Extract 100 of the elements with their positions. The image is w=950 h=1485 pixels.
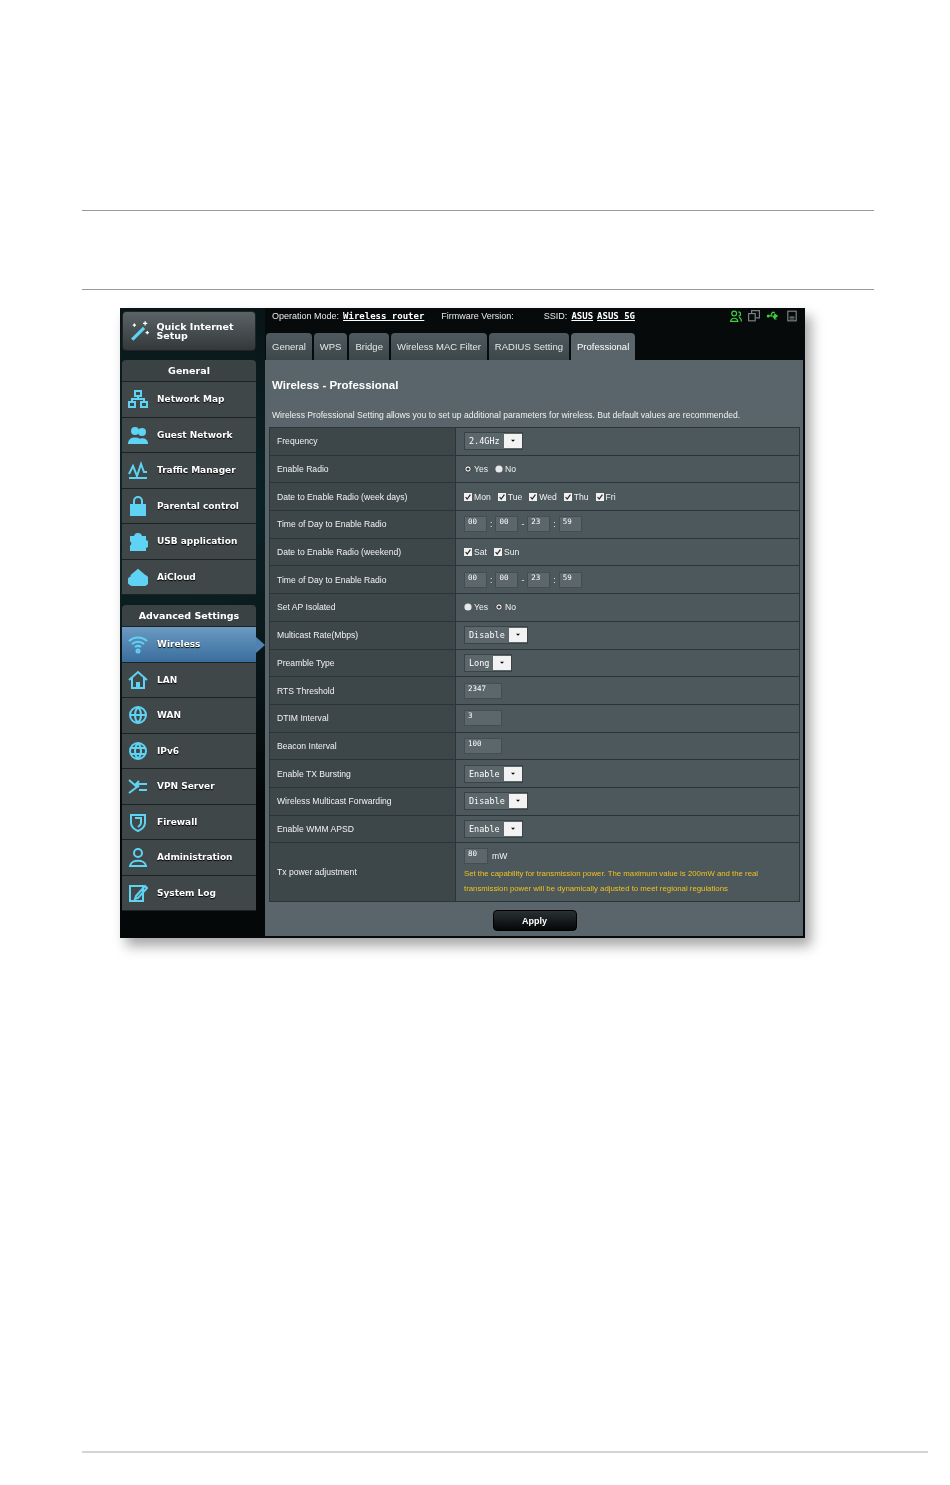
option-label: No [505, 464, 517, 475]
ssid-label: SSID: [543, 311, 568, 321]
time-separator: - [521, 519, 525, 530]
dropdown[interactable]: 2.4GHz [464, 432, 523, 451]
nav-item[interactable]: Network Map [122, 382, 256, 418]
puzzle-icon [128, 531, 148, 552]
tab[interactable]: General [266, 333, 312, 360]
option-label: Sun [503, 547, 520, 558]
ssid-link[interactable]: ASUS_5G [597, 311, 635, 321]
caret-icon [514, 633, 521, 638]
setting-label: DTIM Interval [270, 704, 455, 732]
option-label: No [505, 602, 517, 613]
nav-item[interactable]: IPv6 [122, 733, 256, 769]
checkbox[interactable] [595, 492, 604, 501]
option-label: Mon [474, 491, 491, 502]
apply-button[interactable]: Apply [492, 910, 577, 932]
globe-icon [128, 705, 148, 726]
time-separator: : [553, 574, 556, 585]
dropdown[interactable]: Enable [464, 764, 523, 783]
nav-item[interactable]: Parental control [122, 488, 256, 524]
page-description: Wireless Professional Setting allows you to set up additional parameters for wireless. But default values are recommended. [272, 410, 742, 420]
devices-icon [748, 310, 760, 322]
caret-icon [509, 771, 516, 776]
dropdown[interactable]: Disable [464, 626, 528, 645]
nav-item[interactable]: Guest Network [122, 417, 256, 453]
setting-label: Frequency [270, 428, 455, 455]
setting-label: Enable WMM APSD [270, 815, 455, 843]
caret-icon [514, 799, 521, 804]
globe-icon [128, 740, 148, 761]
network-icon [128, 389, 148, 410]
setting-label: Wireless Multicast Forwarding [270, 787, 455, 815]
dropdown[interactable]: Long [464, 653, 513, 672]
ssid-link[interactable]: ASUS [571, 311, 594, 321]
home-icon [128, 669, 148, 690]
tab[interactable]: WPS [313, 333, 348, 360]
nav-item[interactable]: AiCloud [122, 559, 256, 595]
edit-icon [128, 882, 148, 903]
nav-item[interactable]: System Log [122, 875, 256, 911]
setting-label: Enable TX Bursting [270, 760, 455, 787]
caret-icon [509, 439, 516, 444]
nav-item[interactable]: USB application [122, 524, 256, 560]
users-icon [128, 424, 148, 445]
radio-button[interactable] [464, 603, 472, 612]
nav-item[interactable]: WAN [122, 698, 256, 734]
firmware-label: Firmware Version: [441, 311, 514, 321]
setting-label: RTS Threshold [270, 677, 455, 704]
nav-item[interactable]: Firewall [122, 804, 256, 840]
setting-label: Date to Enable Radio (weekend) [270, 538, 455, 566]
caret-icon [509, 826, 516, 831]
chart-icon [128, 460, 148, 481]
time-separator: - [521, 574, 525, 585]
nav-item[interactable]: VPN Server [122, 769, 256, 805]
mode-label: Operation Mode: [272, 311, 340, 321]
radio-button[interactable] [495, 603, 504, 612]
option-label: Sat [474, 547, 487, 558]
radio-button[interactable] [464, 465, 472, 474]
setting-label: Preamble Type [270, 649, 455, 677]
checkbox[interactable] [493, 548, 502, 557]
cloud-icon [128, 566, 148, 587]
setting-label: Tx power adjustment [270, 843, 455, 902]
nav-item[interactable]: Administration [122, 840, 256, 876]
tab[interactable]: Professional [570, 333, 636, 360]
setting-label: Beacon Interval [270, 732, 455, 760]
wand-icon [129, 318, 151, 344]
option-label: Yes [474, 464, 489, 475]
time-separator: : [490, 519, 493, 530]
checkbox[interactable] [497, 492, 506, 501]
tab[interactable]: Bridge [349, 333, 389, 360]
tab[interactable]: RADIUS Setting [488, 333, 569, 360]
time-separator: : [490, 574, 493, 585]
shield-icon [128, 811, 148, 832]
usb-icon [766, 310, 780, 322]
checkbox[interactable] [563, 492, 572, 501]
setting-label: Time of Day to Enable Radio [270, 511, 455, 538]
tab[interactable]: Wireless MAC Filter [390, 333, 487, 360]
radio-button[interactable] [495, 465, 504, 474]
arrows-icon [128, 776, 148, 797]
caret-icon [499, 660, 506, 665]
pointer-icon [256, 637, 265, 653]
option-label: Yes [474, 602, 489, 613]
setting-label: Set AP Isolated [270, 594, 455, 621]
setting-label: Enable Radio [270, 455, 455, 483]
checkbox[interactable] [464, 492, 472, 501]
nav-item[interactable]: LAN [122, 662, 256, 698]
nav-item[interactable]: Wireless [122, 627, 256, 663]
printer-icon [786, 310, 798, 322]
page-title: Wireless - Professional [272, 379, 399, 393]
checkbox[interactable] [529, 492, 538, 501]
dropdown[interactable]: Disable [464, 792, 528, 811]
option-label: Fri [605, 491, 616, 502]
quick-setup-button[interactable]: Quick Internet Setup [122, 311, 256, 351]
nav-item[interactable]: Traffic Manager [122, 453, 256, 489]
checkbox[interactable] [464, 548, 472, 557]
mode-link[interactable]: Wireless_router [343, 311, 425, 321]
lock-icon [128, 495, 148, 516]
dropdown[interactable]: Enable [464, 819, 523, 838]
option-label: Tue [507, 491, 523, 502]
user-icon [128, 847, 148, 868]
users-icon [730, 310, 742, 322]
unit-label: mW [492, 851, 508, 862]
